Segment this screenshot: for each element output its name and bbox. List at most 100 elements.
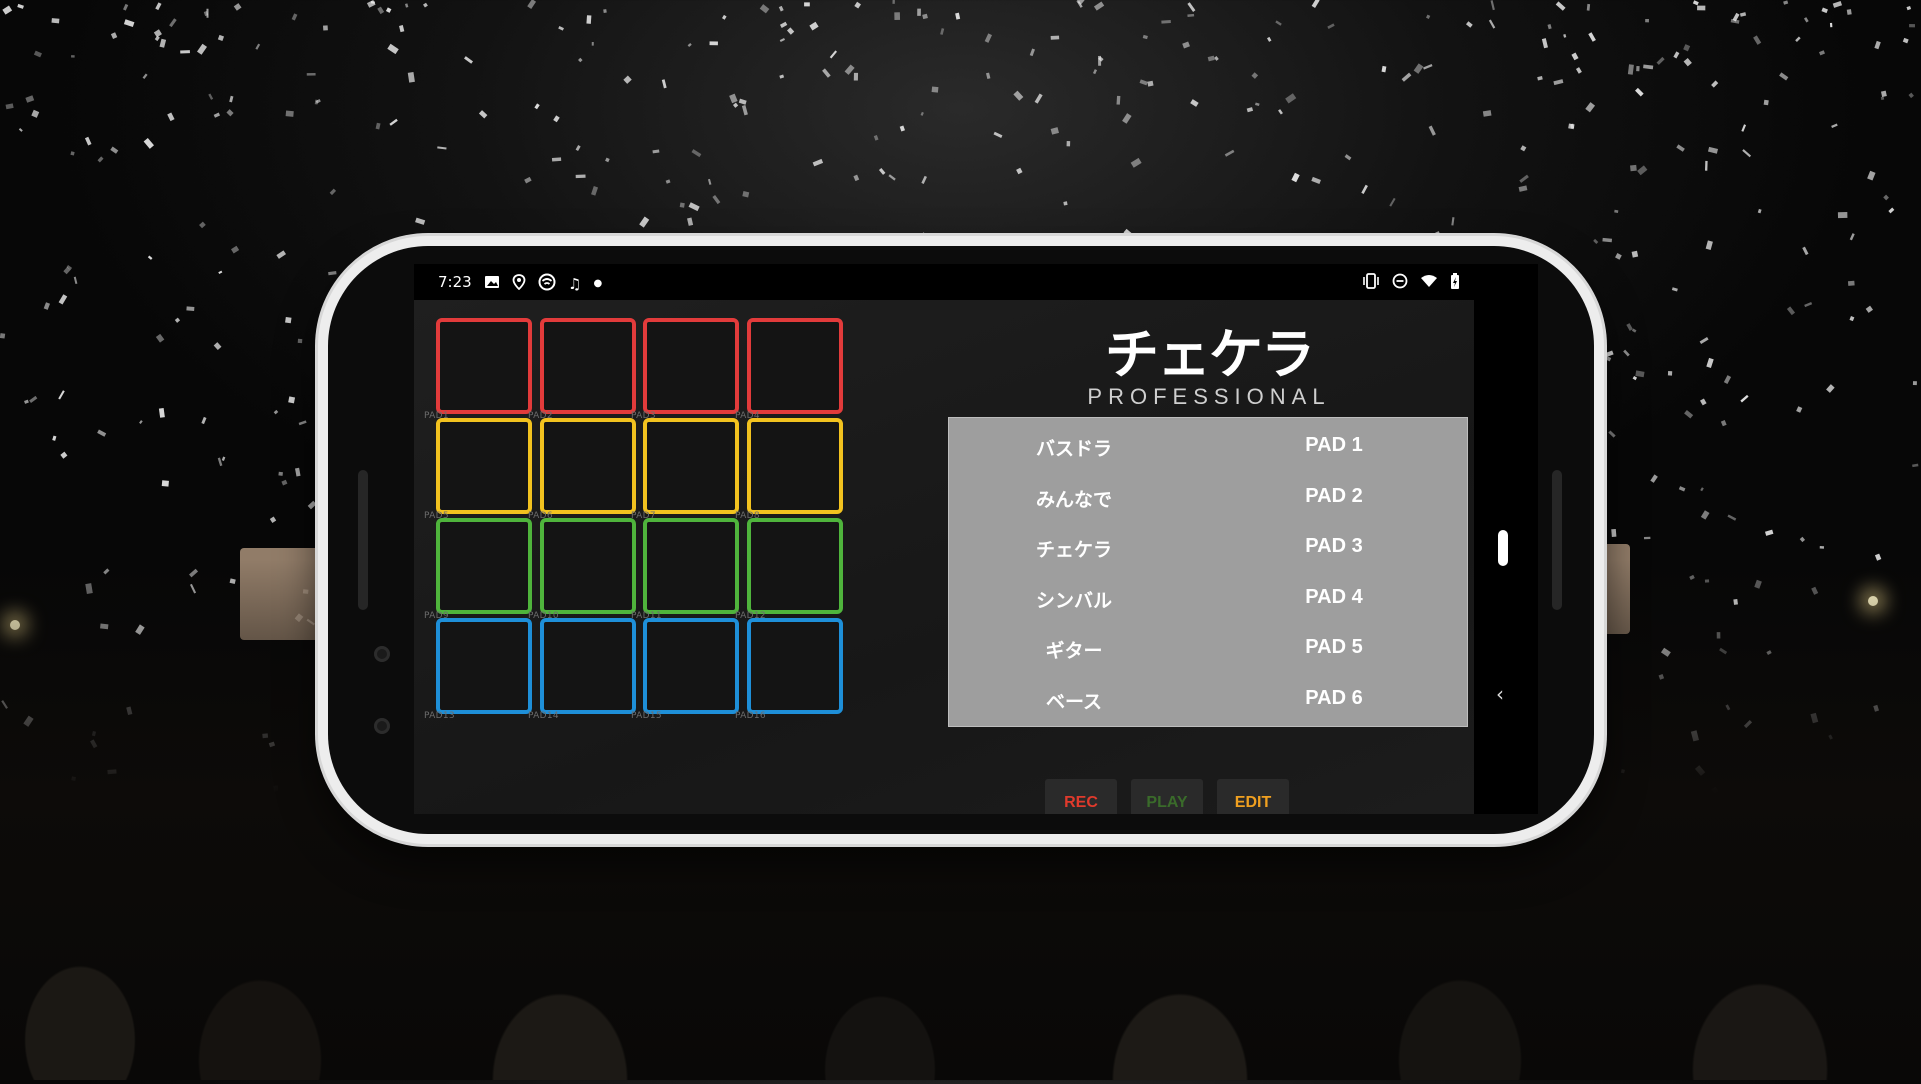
drum-pad[interactable]: [540, 618, 636, 714]
edit-button[interactable]: EDIT: [1217, 779, 1289, 814]
confetti-piece: [576, 175, 586, 179]
sound-name: みんなで: [999, 485, 1149, 512]
confetti-piece: [921, 176, 927, 184]
drum-pad[interactable]: [747, 618, 843, 714]
confetti-piece: [1635, 370, 1644, 377]
sound-list-row[interactable]: チェケラPAD 3: [949, 523, 1467, 573]
confetti-piece: [1753, 35, 1761, 44]
confetti-piece: [1633, 376, 1637, 380]
front-camera: [374, 646, 390, 662]
drum-pad[interactable]: [436, 418, 532, 514]
drum-pad[interactable]: [747, 418, 843, 514]
confetti-piece: [854, 73, 858, 81]
drum-pad[interactable]: [643, 418, 739, 514]
confetti-piece: [274, 410, 279, 415]
confetti-piece: [940, 28, 944, 35]
sound-list-row[interactable]: ギターPAD 5: [949, 624, 1467, 674]
confetti-piece: [299, 420, 307, 425]
confetti-piece: [1733, 13, 1740, 22]
confetti-piece: [70, 151, 74, 155]
confetti-piece: [1849, 316, 1854, 321]
confetti-piece: [415, 218, 425, 225]
confetti-piece: [1628, 64, 1634, 74]
confetti-piece: [1098, 56, 1101, 66]
confetti-piece: [1909, 24, 1915, 27]
confetti-piece: [387, 44, 398, 54]
confetti-piece: [234, 3, 242, 11]
drum-pad[interactable]: [436, 618, 532, 714]
sound-list-row[interactable]: みんなでPAD 2: [949, 473, 1467, 523]
confetti-piece: [17, 4, 24, 9]
confetti-piece: [24, 400, 29, 404]
confetti-piece: [1214, 56, 1219, 61]
confetti-piece: [1708, 147, 1718, 154]
play-button[interactable]: PLAY: [1131, 779, 1203, 814]
confetti-piece: [1833, 1, 1842, 8]
confetti-piece: [578, 58, 583, 63]
drum-pad[interactable]: [643, 518, 739, 614]
confetti-piece: [1683, 44, 1690, 51]
confetti-piece: [204, 11, 208, 16]
confetti-piece: [286, 110, 294, 116]
sound-list-row[interactable]: ベースPAD 6: [949, 675, 1467, 725]
confetti-piece: [1706, 358, 1713, 368]
gesture-handle[interactable]: [1498, 530, 1508, 566]
drum-pad[interactable]: [540, 418, 636, 514]
drum-pad[interactable]: [540, 518, 636, 614]
confetti-piece: [1076, 0, 1084, 5]
confetti-piece: [1742, 149, 1751, 157]
confetti-piece: [639, 217, 649, 228]
confetti-piece: [1796, 406, 1802, 413]
sound-list-row[interactable]: バスドラPAD 1: [949, 422, 1467, 472]
confetti-piece: [892, 0, 895, 4]
drum-pad[interactable]: [540, 318, 636, 414]
confetti-piece: [813, 159, 823, 167]
confetti-piece: [51, 18, 59, 23]
confetti-piece: [1731, 19, 1740, 24]
confetti-piece: [687, 217, 693, 225]
confetti-piece: [1291, 173, 1299, 183]
sound-list-row[interactable]: シンバルPAD 4: [949, 574, 1467, 624]
confetti-piece: [524, 177, 531, 184]
vibrate-icon: [1362, 273, 1380, 293]
drum-pad[interactable]: [747, 518, 843, 614]
confetti-piece: [323, 25, 328, 30]
sound-name: シンバル: [999, 586, 1149, 613]
drum-pad[interactable]: [643, 618, 739, 714]
confetti-piece: [278, 472, 283, 476]
confetti-piece: [1098, 56, 1103, 61]
drum-pad[interactable]: [436, 318, 532, 414]
confetti-piece: [1765, 530, 1773, 536]
confetti-piece: [60, 452, 67, 459]
confetti-piece: [29, 396, 37, 403]
confetti-piece: [1542, 38, 1548, 48]
rec-button[interactable]: REC: [1045, 779, 1117, 814]
drum-pad[interactable]: [643, 318, 739, 414]
confetti-piece: [1632, 251, 1639, 258]
confetti-piece: [1429, 126, 1436, 136]
confetti-piece: [167, 112, 174, 121]
confetti-piece: [288, 396, 295, 403]
confetti-piece: [222, 456, 226, 460]
confetti-piece: [1672, 287, 1678, 291]
confetti-piece: [1684, 410, 1693, 419]
confetti-piece: [1603, 351, 1613, 358]
confetti-piece: [708, 179, 711, 185]
confetti-piece: [1888, 208, 1894, 214]
confetti-piece: [1795, 36, 1800, 41]
front-sensor: [374, 718, 390, 734]
chevron-left-icon[interactable]: ‹: [1496, 682, 1504, 706]
confetti-piece: [1820, 546, 1824, 549]
confetti-piece: [1700, 337, 1709, 344]
confetti-piece: [1819, 50, 1825, 55]
confetti-piece: [1804, 302, 1812, 307]
confetti-piece: [1267, 37, 1271, 42]
drum-pad[interactable]: [436, 518, 532, 614]
confetti-piece: [1345, 154, 1352, 160]
confetti-piece: [1143, 35, 1148, 39]
drum-pad[interactable]: [747, 318, 843, 414]
confetti-piece: [175, 318, 180, 323]
confetti-piece: [25, 95, 34, 103]
confetti-piece: [1161, 20, 1171, 24]
confetti-piece: [2, 6, 12, 15]
